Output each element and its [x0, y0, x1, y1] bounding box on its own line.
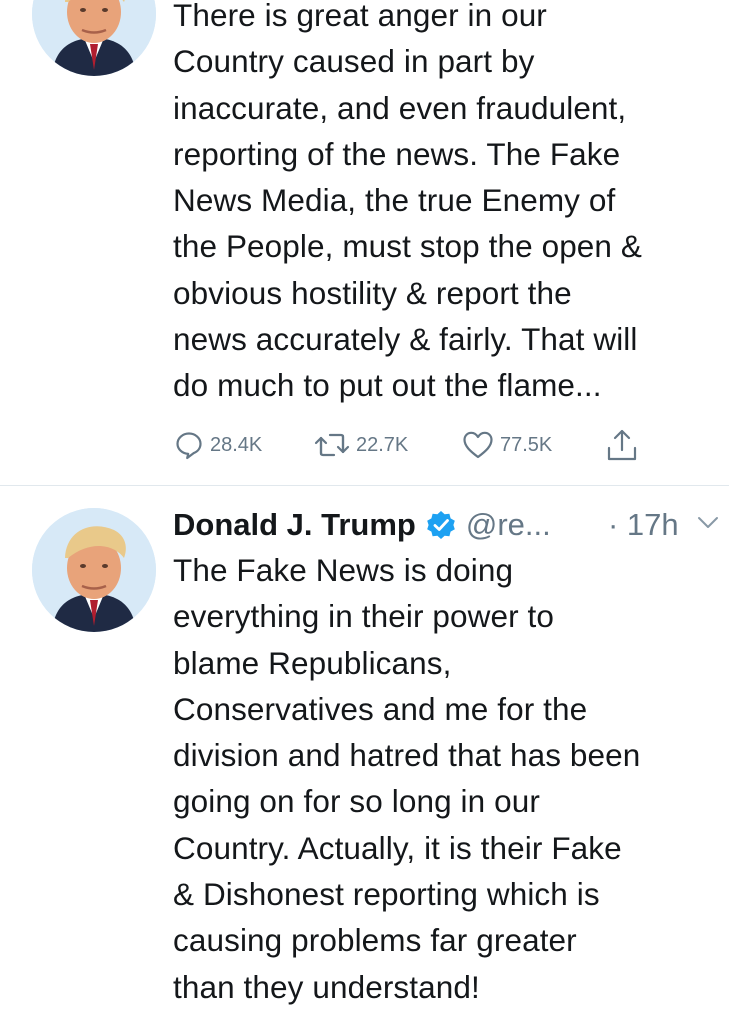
tweet[interactable]: There is great anger in our Country caus…	[0, 0, 729, 485]
verified-badge-icon	[427, 511, 455, 539]
share-icon	[607, 429, 637, 461]
retweet-button[interactable]: 22.7K	[314, 430, 408, 460]
retweet-count: 22.7K	[356, 433, 409, 456]
chevron-down-icon[interactable]	[697, 516, 719, 530]
avatar-image	[32, 0, 156, 76]
like-count: 77.5K	[500, 433, 553, 456]
reply-count: 28.4K	[210, 433, 263, 456]
tweet-text: The Fake News is doing everything in the…	[173, 552, 641, 1005]
tweet-timestamp[interactable]: · 17h	[608, 503, 679, 547]
author-handle[interactable]: @re...	[466, 507, 551, 543]
retweet-icon	[314, 433, 350, 457]
tweet-text: There is great anger in our Country caus…	[173, 0, 643, 404]
avatar[interactable]	[32, 508, 156, 632]
like-button[interactable]: 77.5K	[462, 430, 552, 460]
reply-button[interactable]: 28.4K	[174, 430, 262, 460]
author-name[interactable]: Donald J. Trump	[173, 507, 416, 543]
reply-icon	[176, 432, 202, 460]
tweet-header: Donald J. Trump @re...	[173, 503, 551, 547]
heart-icon	[463, 431, 493, 459]
avatar[interactable]	[32, 0, 156, 76]
share-button[interactable]	[606, 428, 638, 462]
tweet[interactable]: Donald J. Trump @re... · 17h The Fake Ne…	[0, 486, 729, 1005]
avatar-image	[32, 508, 156, 632]
